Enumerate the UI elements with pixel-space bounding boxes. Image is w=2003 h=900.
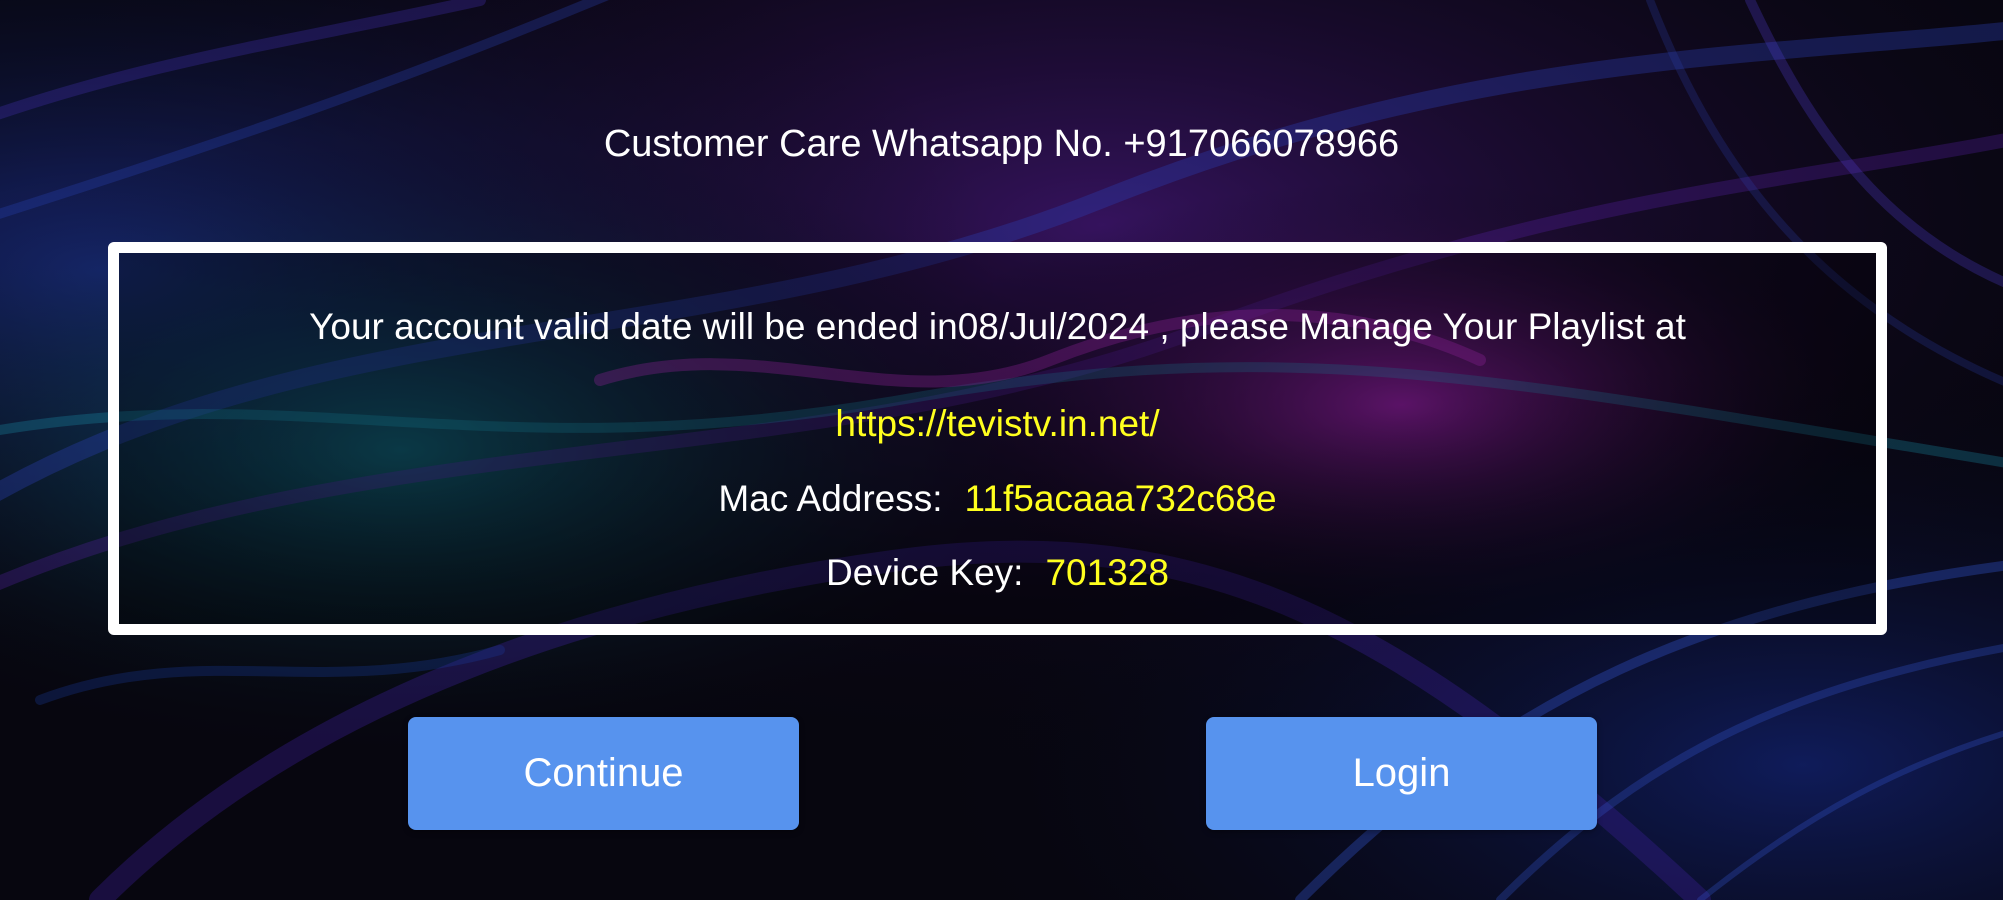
expiry-notice: Your account valid date will be ended in…	[309, 306, 1686, 347]
continue-button[interactable]: Continue	[408, 717, 799, 830]
device-key-row: Device Key: 701328	[119, 549, 1876, 597]
account-info-box: Your account valid date will be ended in…	[108, 242, 1887, 635]
customer-care-text: Customer Care Whatsapp No. +917066078966	[603, 123, 1400, 165]
mac-address-row: Mac Address: 11f5acaaa732c68e	[119, 475, 1876, 523]
mac-address-value: 11f5acaaa732c68e	[964, 478, 1277, 519]
device-key-value: 701328	[1045, 552, 1169, 593]
mac-address-label: Mac Address:	[718, 478, 943, 519]
splash-screen: Customer Care Whatsapp No. +917066078966…	[0, 0, 2003, 900]
login-button[interactable]: Login	[1206, 717, 1597, 830]
device-key-label: Device Key:	[826, 552, 1024, 593]
playlist-url: https://tevistv.in.net/	[835, 403, 1160, 444]
